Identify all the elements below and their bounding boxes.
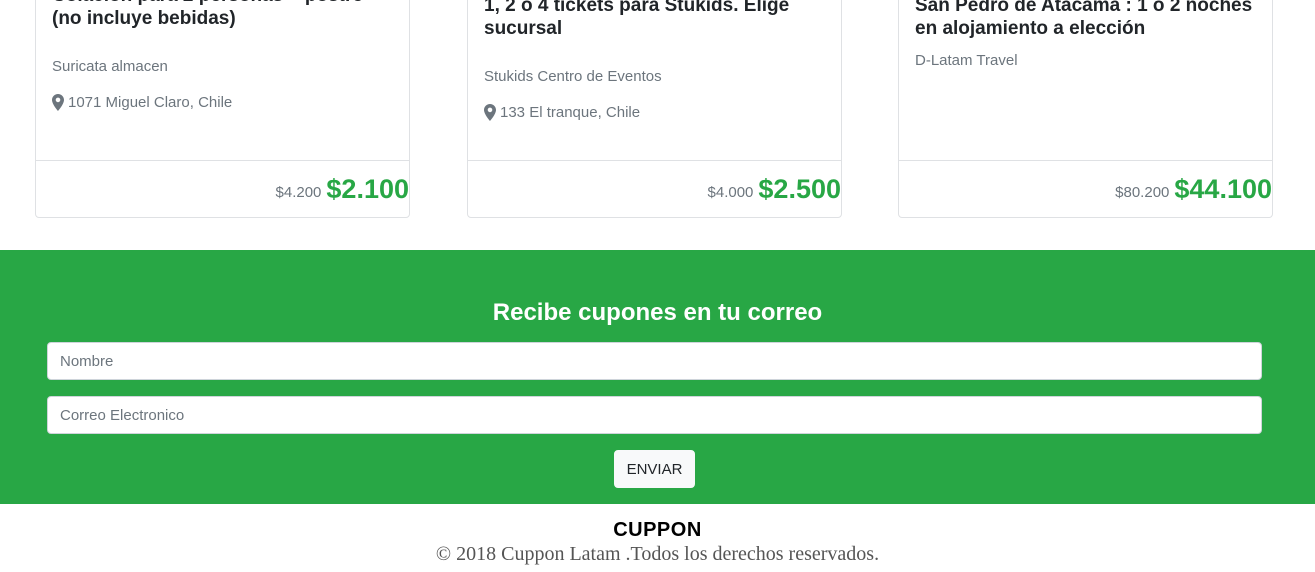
deal-old-price: $4.000 <box>707 183 754 201</box>
deal-card[interactable]: 1, 2 o 4 tickets para Stukids. Elige suc… <box>467 0 842 218</box>
deal-old-price: $4.200 <box>275 183 322 201</box>
footer-brand: CUPPON <box>613 519 702 541</box>
footer-copyright: © 2018 Cuppon Latam .Todos los derechos … <box>435 543 880 565</box>
deal-title[interactable]: San Pedro de Atacama : 1 o 2 noches en a… <box>915 0 1256 40</box>
deal-address: 133 El tranque, Chile <box>484 104 640 121</box>
deal-new-price: $2.100 <box>326 173 409 204</box>
deal-merchant: Suricata almacen <box>52 58 168 75</box>
deal-card-footer: $80.200 $44.100 <box>899 160 1272 217</box>
deal-address: 1071 Miguel Claro, Chile <box>52 94 232 111</box>
deal-card[interactable]: San Pedro de Atacama : 1 o 2 noches en a… <box>898 0 1273 218</box>
deal-merchant: Stukids Centro de Eventos <box>484 68 662 85</box>
deal-title[interactable]: 1, 2 o 4 tickets para Stukids. Elige suc… <box>484 0 825 40</box>
map-pin-icon <box>484 104 496 121</box>
deal-title[interactable]: Colación para 2 personas + postre (no in… <box>52 0 393 30</box>
deal-address-text: 1071 Miguel Claro, Chile <box>68 94 233 111</box>
deal-card-body: Colación para 2 personas + postre (no in… <box>36 0 409 162</box>
newsletter-title: Recibe cupones en tu correo <box>492 299 823 326</box>
deal-card[interactable]: Colación para 2 personas + postre (no in… <box>35 0 410 218</box>
deal-new-price: $2.500 <box>758 173 841 204</box>
deal-card-footer: $4.000 $2.500 <box>468 160 841 217</box>
submit-button[interactable]: ENVIAR <box>614 450 695 488</box>
deal-new-price: $44.100 <box>1174 173 1272 204</box>
map-pin-icon <box>52 94 64 111</box>
name-input[interactable] <box>47 342 1262 380</box>
deal-card-body: San Pedro de Atacama : 1 o 2 noches en a… <box>899 0 1272 162</box>
deal-old-price: $80.200 <box>1115 183 1170 201</box>
deal-card-body: 1, 2 o 4 tickets para Stukids. Elige suc… <box>468 0 841 162</box>
newsletter-section: Recibe cupones en tu correo ENVIAR <box>0 250 1315 504</box>
deal-merchant: D-Latam Travel <box>915 52 1018 69</box>
deal-address-text: 133 El tranque, Chile <box>500 104 641 121</box>
deal-card-footer: $4.200 $2.100 <box>36 160 409 217</box>
email-input[interactable] <box>47 396 1262 434</box>
